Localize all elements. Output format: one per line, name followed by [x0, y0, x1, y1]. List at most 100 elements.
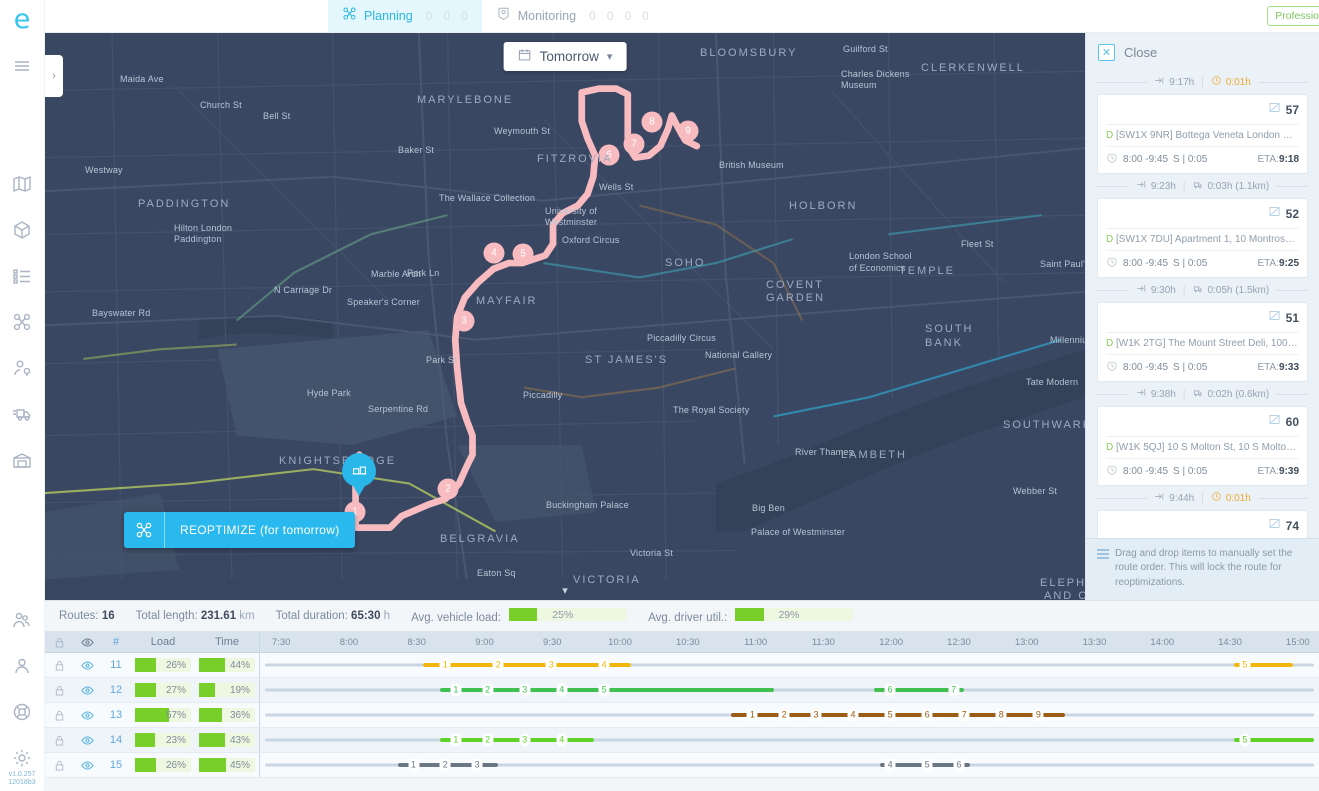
depot-icon[interactable] — [9, 447, 35, 473]
map-stop-marker[interactable]: 9 — [677, 120, 699, 142]
route-stop-node[interactable]: 3 — [519, 733, 531, 747]
route-stop-node[interactable]: 2 — [482, 733, 494, 747]
route-stop-node[interactable]: 6 — [884, 683, 896, 697]
gantt-body: 11 26% 44% 1 2 3 4 5 12 27% 19% 1 2 3 4 5 6 7 13 57% 36% 1 2 3 4… — [45, 653, 1319, 778]
route-stop-node[interactable]: 3 — [519, 683, 531, 697]
bottom-panel-collapse-toggle[interactable]: ▾ — [562, 584, 568, 597]
route-stop-node[interactable]: 5 — [921, 758, 933, 772]
routes-icon[interactable] — [9, 309, 35, 335]
stop-card[interactable]: 74D [W1S 1BG] Fenwick, Goods In Door, 10… — [1097, 510, 1308, 538]
route-stop-node[interactable]: 4 — [556, 683, 568, 697]
reoptimize-button[interactable]: REOPTIMIZE (for tomorrow) — [124, 512, 355, 548]
route-stop-node[interactable]: 2 — [492, 658, 504, 672]
tab-monitoring[interactable]: Monitoring 0 0 0 0 — [482, 0, 663, 32]
user-icon[interactable] — [9, 653, 35, 679]
vehicle-icon[interactable] — [9, 401, 35, 427]
route-stop-node[interactable]: 5 — [1239, 733, 1251, 747]
tab-planning-label: Planning — [364, 9, 413, 23]
map-panel-toggle[interactable]: › — [45, 55, 63, 97]
eta: ETA:9:18 — [1257, 154, 1300, 165]
route-stop-node[interactable]: 4 — [847, 708, 859, 722]
order-icon — [1268, 205, 1281, 223]
route-stop-node[interactable]: 1 — [439, 658, 451, 672]
map-stop-marker[interactable]: 5 — [512, 243, 534, 265]
row-timeline[interactable]: 1 2 3 4 5 — [259, 728, 1319, 752]
depot-marker[interactable] — [342, 453, 376, 487]
row-lock-icon[interactable] — [45, 678, 73, 702]
leg-arrival-time: 9:38h — [1150, 388, 1176, 400]
day-selector[interactable]: Tomorrow ▾ — [503, 42, 627, 71]
tab-planning[interactable]: Planning 0 0 0 — [328, 0, 482, 32]
route-stop-node[interactable]: 5 — [1239, 658, 1251, 672]
route-stop-node[interactable]: 6 — [921, 708, 933, 722]
route-stop-node[interactable]: 2 — [778, 708, 790, 722]
calendar-icon — [518, 48, 532, 65]
row-visibility-icon[interactable] — [73, 753, 101, 777]
route-stop-node[interactable]: 4 — [598, 658, 610, 672]
route-stop-node[interactable]: 3 — [545, 658, 557, 672]
menu-icon[interactable] — [9, 53, 35, 79]
row-visibility-icon[interactable] — [73, 653, 101, 677]
map-stop-marker[interactable]: 7 — [623, 133, 645, 155]
route-stop-node[interactable]: 1 — [450, 733, 462, 747]
route-stop-node[interactable]: 5 — [598, 683, 610, 697]
gantt-row[interactable]: 12 27% 19% 1 2 3 4 5 6 7 — [45, 678, 1319, 703]
route-stop-node[interactable]: 8 — [995, 708, 1007, 722]
route-stop-node[interactable]: 4 — [884, 758, 896, 772]
route-stop-node[interactable]: 1 — [450, 683, 462, 697]
row-timeline[interactable]: 1 2 3 4 5 — [259, 653, 1319, 677]
row-visibility-icon[interactable] — [73, 728, 101, 752]
timeline-axis: 7:30 8:00 8:30 9:00 9:30 10:00 10:30 11:00 11:30… — [259, 632, 1319, 652]
row-lock-icon[interactable] — [45, 653, 73, 677]
map-icon[interactable] — [9, 171, 35, 197]
gantt-row[interactable]: 11 26% 44% 1 2 3 4 5 — [45, 653, 1319, 678]
support-icon[interactable] — [9, 699, 35, 725]
stop-card[interactable]: 60 D [W1K 5QJ] 10 S Molton St, 10 S Molto… — [1097, 406, 1308, 486]
time-window: 8:00 -9:45 — [1123, 154, 1169, 165]
row-index: 11 — [110, 659, 122, 671]
gantt-row[interactable]: 13 57% 36% 1 2 3 4 5 6 7 8 9 — [45, 703, 1319, 728]
stop-card[interactable]: 51 D [W1K 2TG] The Mount Street Deli, 100… — [1097, 302, 1308, 382]
stop-list[interactable]: 9:17h | 0:01h 57 D [SW1X 9NR] Bottega Veneta… — [1086, 70, 1319, 538]
row-lock-icon[interactable] — [45, 753, 73, 777]
route-stop-node[interactable]: 3 — [471, 758, 483, 772]
gantt-row[interactable]: 14 23% 43% 1 2 3 4 5 — [45, 728, 1319, 753]
map-stop-marker[interactable]: 6 — [598, 144, 620, 166]
route-stop-node[interactable]: 4 — [556, 733, 568, 747]
route-stop-node[interactable]: 9 — [1032, 708, 1044, 722]
row-visibility-icon[interactable] — [73, 678, 101, 702]
customer-location-icon[interactable] — [9, 355, 35, 381]
route-stop-node[interactable]: 1 — [408, 758, 420, 772]
map-stop-marker[interactable]: 4 — [483, 242, 505, 264]
stop-card[interactable]: 57 D [SW1X 9NR] Bottega Veneta London Slo… — [1097, 94, 1308, 174]
close-icon[interactable]: ✕ — [1098, 44, 1115, 61]
route-stop-node[interactable]: 5 — [884, 708, 896, 722]
route-stop-node[interactable]: 2 — [439, 758, 451, 772]
settings-icon[interactable] — [9, 745, 35, 771]
map-stop-marker[interactable]: 2 — [437, 478, 459, 500]
map-container[interactable]: 123456789 MARYLEBONE FITZROVIA BLOOMSBURY C… — [45, 33, 1085, 600]
map-stop-marker[interactable]: 3 — [453, 310, 475, 332]
stop-card[interactable]: 52 D [SW1X 7DU] Apartment 1, 10 Montrose … — [1097, 198, 1308, 278]
list-icon[interactable] — [9, 263, 35, 289]
row-timeline[interactable]: 1 2 3 4 5 6 7 8 9 — [259, 703, 1319, 727]
row-lock-icon[interactable] — [45, 728, 73, 752]
stop-type: D — [1106, 234, 1114, 245]
route-stop-node[interactable]: 7 — [958, 708, 970, 722]
route-stop-node[interactable]: 7 — [948, 683, 960, 697]
row-timeline[interactable]: 1 2 3 4 5 6 — [259, 753, 1319, 777]
route-stop-node[interactable]: 6 — [953, 758, 965, 772]
gantt-row[interactable]: 15 26% 45% 1 2 3 4 5 6 — [45, 753, 1319, 778]
row-timeline[interactable]: 1 2 3 4 5 6 7 — [259, 678, 1319, 702]
route-stop-node[interactable]: 1 — [746, 708, 758, 722]
team-icon[interactable] — [9, 607, 35, 633]
row-visibility-icon[interactable] — [73, 703, 101, 727]
route-stop-node[interactable]: 2 — [482, 683, 494, 697]
row-lock-icon[interactable] — [45, 703, 73, 727]
package-icon[interactable] — [9, 217, 35, 243]
eta-value: 9:33 — [1278, 362, 1299, 373]
route-stop-node[interactable]: 3 — [810, 708, 822, 722]
close-label[interactable]: Close — [1124, 45, 1157, 60]
leg-summary: 9:38h | 0:02h (0.6km) — [1097, 382, 1308, 406]
map-stop-marker[interactable]: 8 — [641, 111, 663, 133]
